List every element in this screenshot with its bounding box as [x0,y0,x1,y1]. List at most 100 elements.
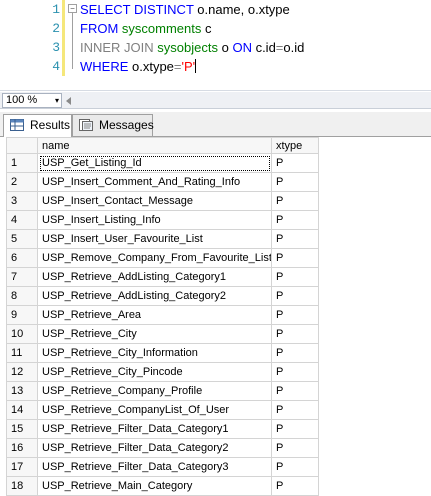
table-row[interactable]: 8 USP_Retrieve_AddListing_Category2 P [6,286,319,306]
chevron-down-icon[interactable]: ▾ [55,94,59,107]
code-token: c.id [251,40,276,55]
code-line[interactable]: 2 FROM syscomments c [0,19,431,38]
row-number-cell[interactable]: 4 [6,210,38,230]
table-row[interactable]: 13 USP_Retrieve_Company_Profile P [6,381,319,401]
tab-messages[interactable]: Messages [72,114,154,136]
query-editor[interactable]: − 1 SELECT DISTINCT o.name, o.xtype 2 FROM … [0,0,431,91]
line-number: 2 [52,21,60,36]
table-row[interactable]: 5 USP_Insert_User_Favourite_List P [6,229,319,249]
row-number-cell[interactable]: 16 [6,438,38,458]
table-row[interactable]: 17 USP_Retrieve_Filter_Data_Category3 P [6,457,319,477]
xtype-cell[interactable]: P [271,438,319,458]
header-row: name xtype [6,137,319,154]
name-cell[interactable]: USP_Retrieve_Filter_Data_Category2 [37,438,272,458]
code-text[interactable]: FROM syscomments c [80,19,211,38]
tab-results[interactable]: Results [3,114,72,137]
table-row[interactable]: 3 USP_Insert_Contact_Message P [6,191,319,211]
row-number-cell[interactable]: 1 [6,153,38,173]
name-cell[interactable]: USP_Insert_Listing_Info [37,210,272,230]
name-cell[interactable]: USP_Retrieve_AddListing_Category2 [37,286,272,306]
xtype-cell[interactable]: P [271,210,319,230]
name-cell[interactable]: USP_Retrieve_Company_Profile [37,381,272,401]
code-line[interactable]: 3 INNER JOIN sysobjects o ON c.id=o.id [0,38,431,57]
xtype-cell[interactable]: P [271,153,319,173]
row-number-cell[interactable]: 12 [6,362,38,382]
row-number-cell[interactable]: 14 [6,400,38,420]
xtype-cell[interactable]: P [271,457,319,477]
table-row[interactable]: 4 USP_Insert_Listing_Info P [6,210,319,230]
zoom-dropdown[interactable]: 100 % ▾ [2,93,62,108]
results-table: name xtype 1 USP_Get_Listing_Id P 2 USP_Inse… [6,137,319,496]
name-cell[interactable]: USP_Insert_Comment_And_Rating_Info [37,172,272,192]
table-row[interactable]: 9 USP_Retrieve_Area P [6,305,319,325]
name-cell[interactable]: USP_Retrieve_CompanyList_Of_User [37,400,272,420]
table-row[interactable]: 15 USP_Retrieve_Filter_Data_Category1 P [6,419,319,439]
xtype-column-header[interactable]: xtype [271,137,319,154]
table-row[interactable]: 10 USP_Retrieve_City P [6,324,319,344]
code-line[interactable]: 1 SELECT DISTINCT o.name, o.xtype [0,0,431,19]
xtype-cell[interactable]: P [271,381,319,401]
table-row[interactable]: 16 USP_Retrieve_Filter_Data_Category2 P [6,438,319,458]
xtype-cell[interactable]: P [271,362,319,382]
code-token: SELECT DISTINCT [80,2,194,17]
table-row[interactable]: 7 USP_Retrieve_AddListing_Category1 P [6,267,319,287]
xtype-cell[interactable]: P [271,400,319,420]
name-cell[interactable]: USP_Retrieve_City_Information [37,343,272,363]
name-column-header[interactable]: name [37,137,272,154]
editor-status-bar: 100 % ▾ [0,92,431,109]
row-number-cell[interactable]: 6 [6,248,38,268]
code-line[interactable]: 4 WHERE o.xtype='P' [0,57,431,76]
row-number-cell[interactable]: 10 [6,324,38,344]
grid-icon [10,119,24,131]
name-cell[interactable]: USP_Retrieve_Filter_Data_Category1 [37,419,272,439]
code-token: o.name, o.xtype [193,2,290,17]
xtype-cell[interactable]: P [271,343,319,363]
line-number: 4 [52,59,60,74]
row-number-cell[interactable]: 5 [6,229,38,249]
row-number-cell[interactable]: 3 [6,191,38,211]
name-cell[interactable]: USP_Retrieve_Filter_Data_Category3 [37,457,272,477]
code-text[interactable]: SELECT DISTINCT o.name, o.xtype [80,0,290,19]
row-number-cell[interactable]: 9 [6,305,38,325]
name-cell[interactable]: USP_Insert_Contact_Message [37,191,272,211]
row-number-cell[interactable]: 7 [6,267,38,287]
name-cell[interactable]: USP_Retrieve_AddListing_Category1 [37,267,272,287]
name-cell[interactable]: USP_Retrieve_Area [37,305,272,325]
line-number: 3 [52,40,60,55]
code-token: c [201,21,212,36]
name-cell[interactable]: USP_Retrieve_City_Pincode [37,362,272,382]
row-number-cell[interactable]: 17 [6,457,38,477]
name-cell[interactable]: USP_Insert_User_Favourite_List [37,229,272,249]
xtype-cell[interactable]: P [271,172,319,192]
xtype-cell[interactable]: P [271,286,319,306]
name-cell[interactable]: USP_Remove_Company_From_Favourite_List [37,248,272,268]
code-token: WHERE [80,59,129,74]
row-number-cell[interactable]: 11 [6,343,38,363]
scroll-left-icon[interactable] [66,97,71,105]
name-cell[interactable]: USP_Get_Listing_Id [37,153,272,173]
results-grid[interactable]: name xtype 1 USP_Get_Listing_Id P 2 USP_Inse… [0,137,431,496]
row-number-cell[interactable]: 2 [6,172,38,192]
xtype-cell[interactable]: P [271,419,319,439]
name-cell[interactable]: USP_Retrieve_City [37,324,272,344]
code-text[interactable]: WHERE o.xtype='P' [80,57,197,76]
table-row[interactable]: 11 USP_Retrieve_City_Information P [6,343,319,363]
xtype-cell[interactable]: P [271,305,319,325]
table-row[interactable]: 12 USP_Retrieve_City_Pincode P [6,362,319,382]
xtype-cell[interactable]: P [271,324,319,344]
table-row[interactable]: 2 USP_Insert_Comment_And_Rating_Info P [6,172,319,192]
rownum-header[interactable] [6,137,38,154]
table-row[interactable]: 1 USP_Get_Listing_Id P [6,153,319,173]
xtype-cell[interactable]: P [271,267,319,287]
row-number-cell[interactable]: 8 [6,286,38,306]
line-number: 1 [52,2,60,17]
xtype-cell[interactable]: P [271,229,319,249]
xtype-cell[interactable]: P [271,191,319,211]
code-text[interactable]: INNER JOIN sysobjects o ON c.id=o.id [80,38,304,57]
table-row[interactable]: 6 USP_Remove_Company_From_Favourite_List P [6,248,319,268]
xtype-cell[interactable]: P [271,248,319,268]
code-token: FROM [80,21,119,36]
table-row[interactable]: 14 USP_Retrieve_CompanyList_Of_User P [6,400,319,420]
row-number-cell[interactable]: 15 [6,419,38,439]
row-number-cell[interactable]: 13 [6,381,38,401]
